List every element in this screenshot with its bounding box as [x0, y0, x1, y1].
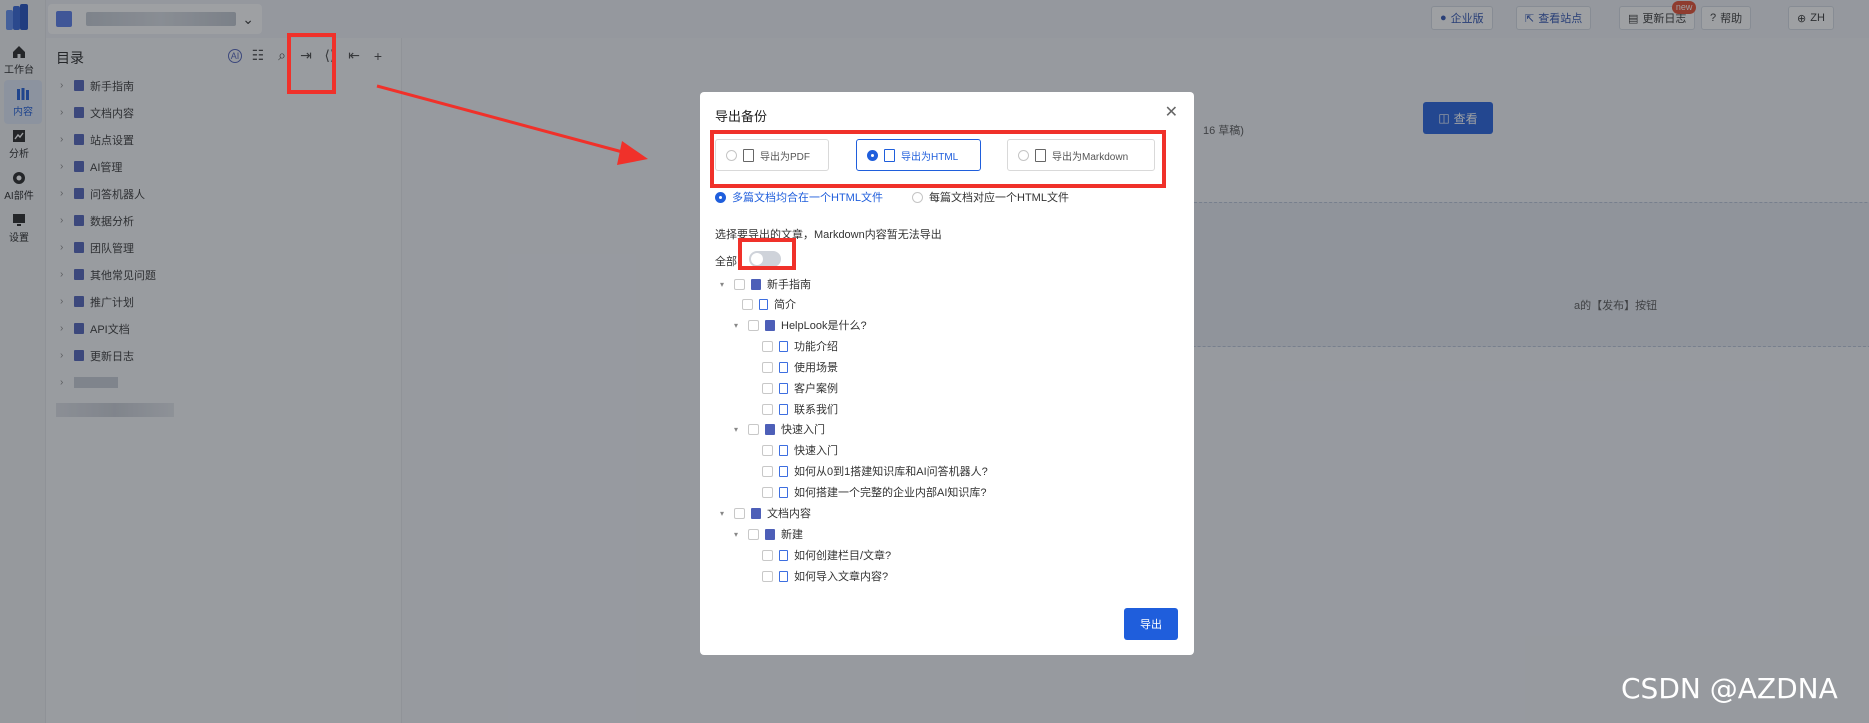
checkbox[interactable] — [748, 423, 759, 435]
file-icon — [779, 465, 788, 477]
tree-node-label: 如何创建栏目/文章? — [794, 550, 892, 562]
checkbox[interactable] — [742, 298, 753, 310]
watermark: CSDN @AZDNA — [1621, 672, 1838, 705]
tree-node[interactable]: 如何导入文章内容? — [762, 566, 888, 586]
tree-node-label: 客户案例 — [794, 383, 838, 395]
tree-node[interactable]: 如何搭建一个完整的企业内部AI知识库? — [762, 482, 987, 502]
tree-node-label: 新建 — [781, 529, 803, 541]
file-icon — [759, 298, 768, 310]
tree-node[interactable]: 联系我们 — [762, 399, 838, 419]
checkbox[interactable] — [762, 382, 773, 394]
caret-down-icon: ▾ — [734, 424, 739, 434]
checkbox[interactable] — [748, 528, 759, 540]
tree-node[interactable]: ▾ 文档内容 — [720, 503, 811, 523]
tree-node[interactable]: ▾ 新手指南 — [720, 274, 811, 294]
tree-node-label: HelpLook是什么? — [781, 320, 867, 332]
checkbox[interactable] — [734, 278, 745, 290]
tree-node-label: 快速入门 — [781, 424, 825, 436]
tree-node-label: 新手指南 — [767, 279, 811, 291]
tree-node[interactable]: ▾ HelpLook是什么? — [734, 315, 867, 335]
checkbox[interactable] — [762, 403, 773, 415]
checkbox[interactable] — [762, 361, 773, 373]
tree-node-label: 简介 — [774, 299, 796, 311]
tree-node-label: 如何从0到1搭建知识库和AI问答机器人? — [794, 466, 988, 478]
book-icon — [765, 528, 775, 540]
file-icon — [779, 403, 788, 415]
select-all-label: 全部 — [715, 256, 737, 268]
file-icon — [779, 340, 788, 352]
checkbox[interactable] — [762, 549, 773, 561]
file-icon — [779, 570, 788, 582]
checkbox[interactable] — [762, 465, 773, 477]
tree-node-label: 使用场景 — [794, 362, 838, 374]
checkbox[interactable] — [762, 486, 773, 498]
tree-node-label: 功能介绍 — [794, 341, 838, 353]
book-icon — [751, 278, 761, 290]
tree-node[interactable]: 客户案例 — [762, 378, 838, 398]
tree-node-label: 如何导入文章内容? — [794, 571, 889, 583]
option-per-doc[interactable]: 每篇文档对应一个HTML文件 — [912, 189, 1069, 205]
file-icon — [779, 382, 788, 394]
tree-node-label: 如何搭建一个完整的企业内部AI知识库? — [794, 487, 987, 499]
book-icon — [751, 507, 761, 519]
tree-node[interactable]: 功能介绍 — [762, 336, 838, 356]
tree-node[interactable]: 简介 — [742, 294, 796, 314]
book-icon — [765, 319, 775, 331]
option-per-doc-label: 每篇文档对应一个HTML文件 — [929, 192, 1069, 204]
tree-node[interactable]: 使用场景 — [762, 357, 838, 377]
close-icon[interactable]: ✕ — [1165, 102, 1178, 122]
annotation-box-formats — [710, 130, 1166, 188]
book-icon — [765, 423, 775, 435]
caret-down-icon: ▾ — [734, 320, 739, 330]
checkbox[interactable] — [734, 507, 745, 519]
checkbox[interactable] — [748, 319, 759, 331]
caret-down-icon: ▾ — [734, 529, 739, 539]
dialog-title: 导出备份 — [715, 109, 768, 124]
tree-node-label: 快速入门 — [794, 445, 838, 457]
checkbox[interactable] — [762, 340, 773, 352]
checkbox[interactable] — [762, 570, 773, 582]
tree-node[interactable]: 如何创建栏目/文章? — [762, 545, 891, 565]
export-button[interactable]: 导出 — [1124, 608, 1178, 640]
article-tree: ▾ 新手指南 简介 ▾ HelpLook是什么? 功能介绍 使用场景 客户案例 联系… — [720, 274, 1180, 589]
file-icon — [779, 361, 788, 373]
tree-node[interactable]: 如何从0到1搭建知识库和AI问答机器人? — [762, 461, 988, 481]
tree-node-label: 联系我们 — [794, 404, 838, 416]
tree-node[interactable]: 快速入门 — [762, 440, 838, 460]
tree-node-label: 文档内容 — [767, 508, 811, 520]
option-single-label: 多篇文档均合在一个HTML文件 — [732, 192, 883, 204]
radio-icon — [912, 191, 923, 203]
tree-node[interactable]: ▾ 快速入门 — [734, 419, 825, 439]
tree-node[interactable]: ▾ 新建 — [734, 524, 803, 544]
file-icon — [779, 486, 788, 498]
annotation-box-toggle — [738, 238, 796, 270]
annotation-box-export-icon — [287, 33, 336, 94]
caret-down-icon: ▾ — [720, 508, 725, 518]
file-icon — [779, 444, 788, 456]
file-icon — [779, 549, 788, 561]
caret-down-icon: ▾ — [720, 279, 725, 289]
checkbox[interactable] — [762, 444, 773, 456]
option-single-file[interactable]: 多篇文档均合在一个HTML文件 — [715, 189, 883, 205]
radio-checked-icon — [715, 191, 726, 203]
